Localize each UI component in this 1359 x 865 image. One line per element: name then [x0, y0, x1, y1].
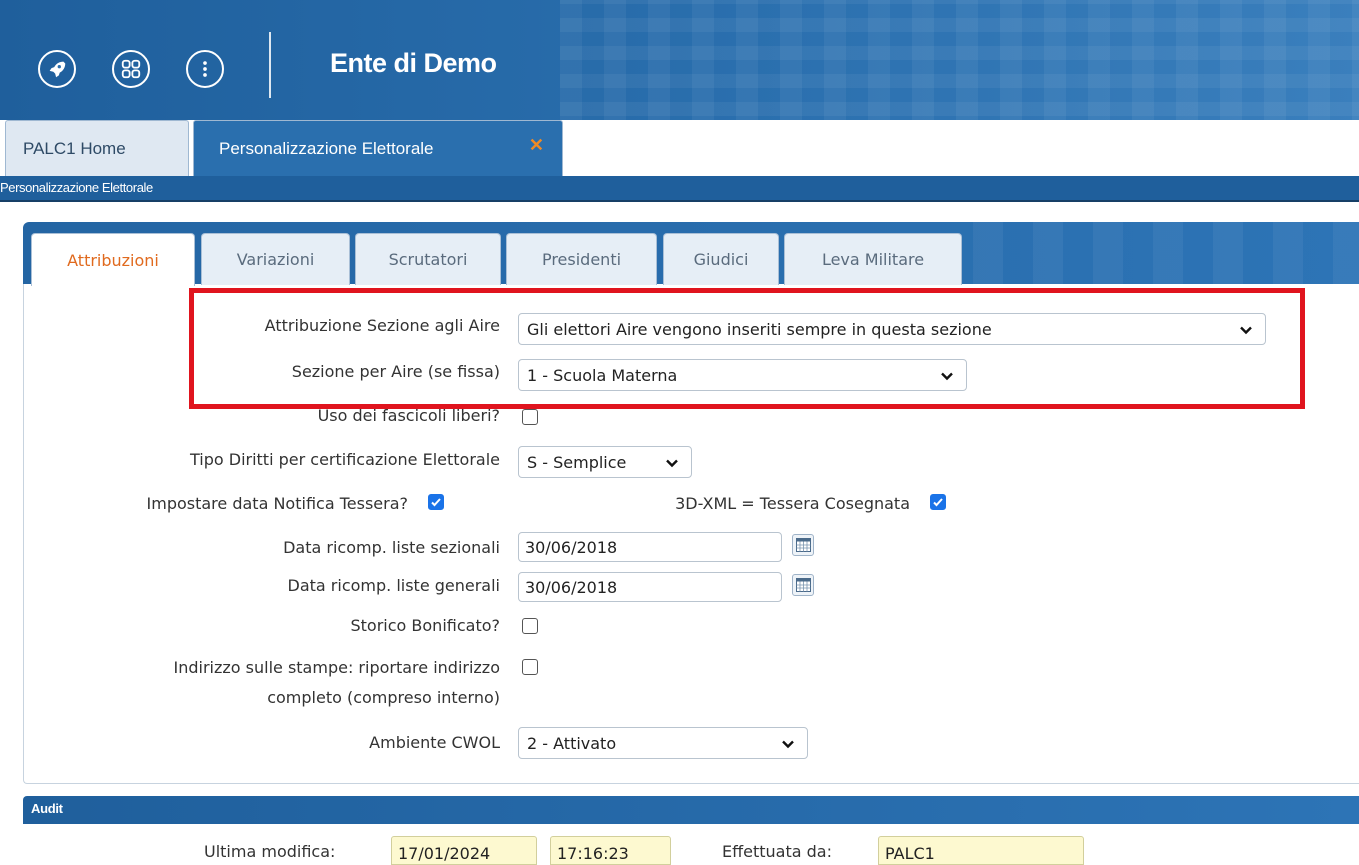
data-ricomp-generali-input[interactable]: 30/06/2018	[518, 572, 782, 602]
tipo-diritti-select[interactable]: S - Semplice	[518, 446, 692, 478]
storico-bonificato-label: Storico Bonificato?	[350, 616, 501, 635]
ultima-modifica-label: Ultima modifica:	[204, 842, 336, 861]
chevron-down-icon	[782, 740, 794, 749]
more-button[interactable]	[186, 50, 224, 88]
storico-bonificato-checkbox[interactable]	[522, 618, 538, 634]
breadcrumb: Personalizzazione Elettorale	[0, 180, 153, 195]
data-ricomp-sezionali-value: 30/06/2018	[525, 537, 618, 557]
check-icon	[431, 498, 441, 507]
subtab-variazioni[interactable]: Variazioni	[201, 233, 350, 285]
subtab-label: Giudici	[693, 250, 749, 269]
data-notifica-checkbox[interactable]	[428, 494, 444, 510]
tipo-diritti-label: Tipo Diritti per certificazione Elettora…	[189, 450, 500, 469]
subtab-giudici[interactable]: Giudici	[663, 233, 779, 285]
tab-palc1-home[interactable]: PALC1 Home	[5, 120, 189, 176]
ambiente-cwol-label: Ambiente CWOL	[369, 733, 500, 752]
tessera-consegnata-label: 3D-XML = Tessera Cosegnata	[675, 494, 910, 513]
audit-header: Audit	[23, 796, 1359, 824]
header-pattern	[560, 0, 1359, 120]
audit-user-field: PALC1	[878, 836, 1084, 865]
rocket-icon	[49, 61, 66, 78]
tessera-consegnata-checkbox[interactable]	[930, 494, 946, 510]
apps-grid-icon	[121, 59, 141, 79]
subtab-scrutatori[interactable]: Scrutatori	[355, 233, 501, 285]
highlight-box	[189, 288, 1305, 409]
calendar-button[interactable]	[792, 574, 814, 596]
tab-personalizzazione-elettorale[interactable]: Personalizzazione Elettorale ✕	[193, 120, 563, 176]
data-ricomp-sezionali-label: Data ricomp. liste sezionali	[283, 538, 500, 557]
ambiente-cwol-select[interactable]: 2 - Attivato	[518, 727, 808, 759]
data-ricomp-generali-value: 30/06/2018	[525, 577, 618, 597]
chevron-down-icon	[666, 459, 678, 468]
data-notifica-label: Impostare data Notifica Tessera?	[146, 494, 408, 513]
indirizzo-stampe-label-line1: Indirizzo sulle stampe: riportare indiri…	[173, 658, 500, 677]
tab-label: PALC1 Home	[23, 138, 126, 158]
calendar-button[interactable]	[792, 534, 814, 556]
subtab-label: Scrutatori	[388, 250, 468, 269]
check-icon	[933, 498, 943, 507]
fascicoli-liberi-checkbox[interactable]	[522, 409, 538, 425]
indirizzo-stampe-label-line2: completo (compreso interno)	[267, 688, 500, 707]
calendar-icon	[795, 578, 811, 592]
subtab-attribuzioni[interactable]: Attribuzioni	[31, 233, 195, 286]
audit-date-field: 17/01/2024	[391, 836, 537, 865]
subtab-label: Variazioni	[236, 250, 315, 269]
subtab-label: Attribuzioni	[67, 250, 159, 270]
audit-time-field: 17:16:23	[550, 836, 671, 865]
app-title: Ente di Demo	[330, 48, 497, 78]
subtab-label: Leva Militare	[821, 250, 925, 269]
effettuata-da-label: Effettuata da:	[722, 842, 832, 861]
tab-label: Personalizzazione Elettorale	[219, 138, 434, 158]
header-separator	[269, 32, 271, 98]
data-ricomp-sezionali-input[interactable]: 30/06/2018	[518, 532, 782, 562]
ambiente-cwol-value: 2 - Attivato	[527, 733, 617, 753]
audit-title: Audit	[31, 801, 63, 816]
breadcrumb-bar: Personalizzazione Elettorale	[0, 176, 1359, 202]
indirizzo-stampe-checkbox[interactable]	[522, 659, 538, 675]
app-header: Ente di Demo	[0, 0, 1359, 120]
close-tab-icon[interactable]: ✕	[529, 135, 544, 156]
rocket-button[interactable]	[38, 50, 76, 88]
data-ricomp-generali-label: Data ricomp. liste generali	[287, 576, 501, 595]
apps-button[interactable]	[112, 50, 150, 88]
subtab-label: Presidenti	[541, 250, 622, 269]
subtab-presidenti[interactable]: Presidenti	[506, 233, 657, 285]
subtab-leva-militare[interactable]: Leva Militare	[784, 233, 962, 285]
tipo-diritti-value: S - Semplice	[527, 452, 627, 472]
more-vertical-icon	[203, 61, 207, 77]
calendar-icon	[795, 538, 811, 552]
